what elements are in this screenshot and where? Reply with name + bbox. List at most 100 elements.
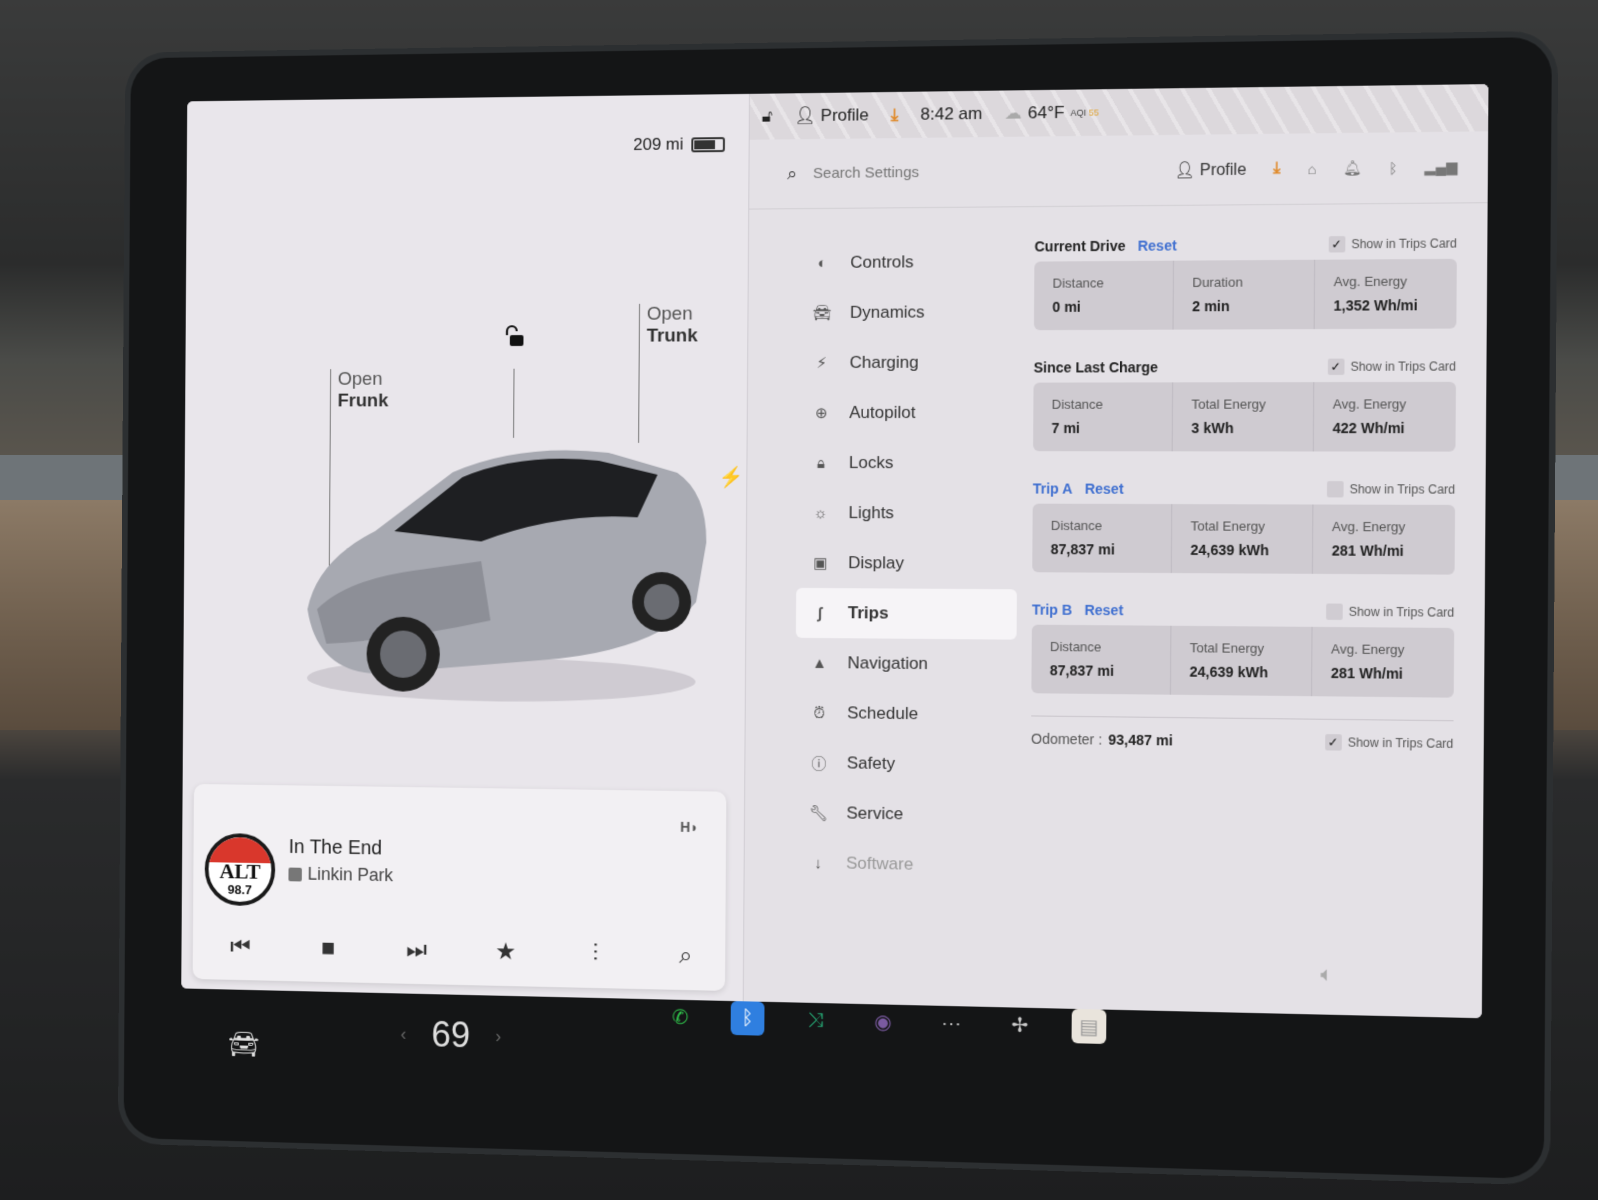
climate-temp-control: ‹ 69 › xyxy=(400,1013,502,1057)
trunk-label-top: Open xyxy=(646,303,693,325)
artist-row: Linkin Park xyxy=(288,864,393,886)
sidebar-item-trips[interactable]: ∫ Trips xyxy=(795,587,1017,640)
aqi-value: 55 xyxy=(1088,107,1100,118)
open-trunk-button[interactable]: Open Trunk xyxy=(647,304,698,348)
status-profile-label: Profile xyxy=(820,105,869,125)
stat-label: Total Energy xyxy=(1191,396,1266,412)
volume-icon[interactable]: 🔈︎ xyxy=(1320,964,1333,988)
sidebar-item-charging[interactable]: ⚡︎ Charging xyxy=(798,337,1019,388)
download-icon: ↓ xyxy=(814,854,822,872)
settings-panel: 🔓︎ 👤︎ Profile ⤓ 8:42 am ☁︎ 64°F AQI 55 ⌕… xyxy=(742,84,1489,1019)
sidebar-item-schedule[interactable]: ⏰︎ Schedule xyxy=(795,688,1016,741)
sidebar-item-safety[interactable]: ⓘ Safety xyxy=(795,738,1016,791)
stat-value: 281 Wh/mi xyxy=(1331,542,1404,560)
checkbox-unchecked[interactable] xyxy=(1325,603,1343,620)
sidebar-item-navigation[interactable]: ▲ Navigation xyxy=(796,638,1017,690)
unlocked-icon[interactable] xyxy=(502,324,525,348)
download-icon[interactable]: ⤓ xyxy=(891,105,899,125)
software-download-icon[interactable]: ⤓ xyxy=(1273,160,1280,178)
stat-label: Distance xyxy=(1049,638,1102,655)
car-icon[interactable]: 🚘︎ xyxy=(228,1029,260,1060)
hd-radio-icon[interactable]: H◗ xyxy=(680,819,698,835)
current-drive-card: Distance 0 mi Duration 2 min Avg. Energy 1,35… xyxy=(1033,258,1457,331)
lock-icon: 🔒︎ xyxy=(816,454,825,472)
stat-label: Duration xyxy=(1192,274,1243,290)
stat-label: Avg. Energy xyxy=(1332,396,1407,412)
homelink-icon[interactable]: ⌂ xyxy=(1307,160,1316,176)
cloud-icon: ☁︎ xyxy=(1004,103,1022,123)
temp-up-button[interactable]: › xyxy=(495,1026,501,1047)
media-player: ALT 98.7 In The End Linkin Park H◗ ⏮ ■ ⏭… xyxy=(192,783,727,991)
sidebar-item-label: Lights xyxy=(848,503,895,523)
sidebar-item-dynamics[interactable]: 🚘︎ Dynamics xyxy=(798,287,1019,338)
sidebar-item-display[interactable]: ▣ Display xyxy=(796,538,1017,589)
stop-button[interactable]: ■ xyxy=(309,934,347,962)
search-settings-input[interactable] xyxy=(813,162,1075,183)
favorite-star-icon[interactable]: ★ xyxy=(486,937,525,966)
stat-value: 87,837 mi xyxy=(1049,662,1114,679)
since-last-charge-show-checkbox[interactable]: ✓ Show in Trips Card xyxy=(1327,358,1456,375)
show-label: Show in Trips Card xyxy=(1349,482,1456,497)
next-track-button[interactable]: ⏭ xyxy=(397,936,436,964)
lock-status-icon[interactable]: 🔓︎ xyxy=(762,107,773,127)
trip-b-reset-button[interactable]: Reset xyxy=(1084,602,1123,618)
sidebar-item-lights[interactable]: ☼ Lights xyxy=(797,488,1018,539)
range-text: 209 mi xyxy=(633,134,684,155)
trip-a-reset-button[interactable]: Reset xyxy=(1085,481,1124,497)
notes-icon[interactable]: ▤ xyxy=(1071,1008,1107,1045)
wrench-icon: 🔧︎ xyxy=(808,804,829,823)
odometer-show-checkbox[interactable]: ✓ Show in Trips Card xyxy=(1324,734,1454,752)
current-drive-title: Current Drive xyxy=(1034,237,1126,255)
profile-label: Profile xyxy=(1199,161,1247,179)
checkbox-checked[interactable]: ✓ xyxy=(1324,734,1342,751)
checkbox-unchecked[interactable] xyxy=(1326,481,1344,498)
bluetooth-status-icon[interactable]: ᛒ xyxy=(1389,159,1398,175)
stat-value: 2 min xyxy=(1192,297,1230,315)
bluetooth-icon[interactable]: ᛒ xyxy=(730,1001,765,1036)
trip-stat-avg-energy: Avg. Energy 1,352 Wh/mi xyxy=(1315,259,1457,329)
sidebar-item-service[interactable]: 🔧︎ Service xyxy=(794,788,1015,842)
trip-a-card: Distance 87,837 mi Total Energy 24,639 kWh A… xyxy=(1032,503,1456,575)
header-icons: 👤︎ Profile ⤓ ⌂ 🔔︎ ᛒ ▂▄▆ xyxy=(1174,157,1457,180)
camera-icon[interactable]: ◉ xyxy=(866,1004,900,1039)
aqi-label: AQI xyxy=(1070,107,1087,118)
show-label: Show in Trips Card xyxy=(1350,359,1457,374)
fan-icon[interactable]: ✢ xyxy=(1003,1007,1038,1042)
more-icon[interactable]: ⋯ xyxy=(934,1006,968,1041)
phone-icon[interactable]: ✆ xyxy=(664,999,698,1034)
shuffle-icon[interactable]: ⤨ xyxy=(798,1003,832,1038)
trip-a-show-checkbox[interactable]: Show in Trips Card xyxy=(1326,481,1456,498)
sidebar-item-label: Charging xyxy=(849,352,919,372)
previous-track-button[interactable]: ⏮ xyxy=(221,932,259,960)
stat-value: 3 kWh xyxy=(1191,419,1234,437)
trunk-label-bottom: Trunk xyxy=(646,325,698,347)
status-profile[interactable]: 👤︎ Profile xyxy=(794,105,868,126)
checkbox-checked[interactable]: ✓ xyxy=(1328,236,1346,253)
trips-icon: ∫ xyxy=(817,604,823,622)
stat-label: Total Energy xyxy=(1189,640,1265,657)
trip-b-show-checkbox[interactable]: Show in Trips Card xyxy=(1325,603,1455,621)
trip-stat-avg-energy: Avg. Energy 281 Wh/mi xyxy=(1313,505,1455,575)
trip-stat-distance: Distance 87,837 mi xyxy=(1032,503,1173,574)
station-name: ALT xyxy=(219,858,261,884)
sidebar-item-autopilot[interactable]: ⊕ Autopilot xyxy=(797,388,1018,438)
notification-bell-icon[interactable]: 🔔︎ xyxy=(1343,159,1362,177)
temp-down-button[interactable]: ‹ xyxy=(401,1023,407,1044)
checkbox-checked[interactable]: ✓ xyxy=(1327,358,1345,375)
trip-stat-duration: Duration 2 min xyxy=(1173,259,1316,330)
sidebar-item-label: Controls xyxy=(850,252,914,272)
equalizer-icon[interactable]: ⫶ xyxy=(576,940,615,969)
sidebar-item-software[interactable]: ↓ Software xyxy=(794,838,1015,892)
stat-value: 87,837 mi xyxy=(1050,541,1115,558)
sidebar-item-controls[interactable]: ◐ Controls xyxy=(798,236,1019,288)
open-frunk-button[interactable]: Open Frunk xyxy=(338,369,389,412)
media-search-icon[interactable]: ⌕ xyxy=(666,941,706,970)
trips-content: Current Drive Reset ✓ Show in Trips Card … xyxy=(1030,228,1457,753)
trip-stat-distance: Distance 87,837 mi xyxy=(1031,624,1172,695)
profile-button[interactable]: 👤︎ Profile xyxy=(1174,159,1246,180)
sidebar-item-locks[interactable]: 🔒︎ Locks xyxy=(797,438,1018,488)
steering-wheel-icon: ⊕ xyxy=(814,404,828,422)
current-drive-reset-button[interactable]: Reset xyxy=(1138,237,1177,253)
charge-port-icon[interactable]: ⚡ xyxy=(719,465,744,490)
current-drive-show-checkbox[interactable]: ✓ Show in Trips Card xyxy=(1328,235,1457,253)
